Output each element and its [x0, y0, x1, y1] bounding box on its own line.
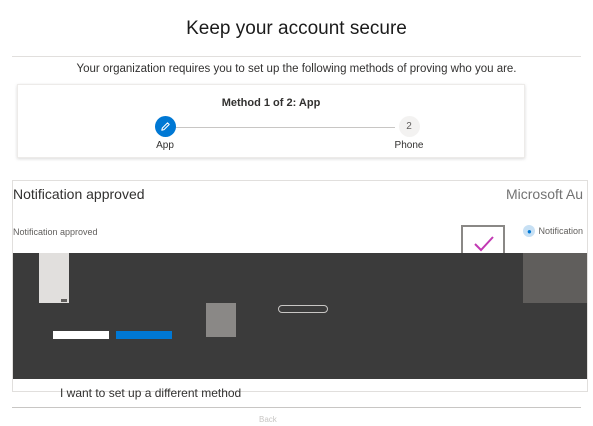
step-2-circle: 2	[398, 116, 420, 137]
authenticator-illustration: Back Next	[13, 253, 587, 424]
bell-icon: ●	[523, 225, 536, 237]
brand-text: Microsoft Au	[505, 186, 583, 202]
page-title: Keep your account secure	[186, 18, 407, 39]
approve-text: Notification approved	[13, 227, 98, 237]
checkmark-icon	[474, 236, 494, 252]
step-2-label: Phone	[394, 140, 424, 151]
slider-mark	[278, 305, 328, 313]
intro-text: Your organization requires you to set up…	[76, 63, 517, 75]
header-divider	[12, 56, 581, 57]
notification-label: Notification	[538, 226, 583, 236]
different-method-link[interactable]: I want to set up a different method	[60, 386, 241, 400]
phone-frame	[39, 253, 69, 303]
next-button[interactable]: Next	[319, 411, 352, 426]
step-connector	[175, 127, 395, 128]
pencil-icon	[160, 122, 170, 131]
step-phone: 2 Phone	[379, 116, 439, 151]
method-title: Method 1 of 2: App	[221, 97, 321, 109]
blue-bar	[116, 331, 172, 339]
step-1-circle	[154, 116, 176, 137]
notification-text: ● Notification	[523, 225, 583, 237]
app-panel: Notification approved Microsoft Au Notif…	[12, 180, 588, 424]
bottom-divider	[12, 407, 581, 408]
step-1-label: App	[156, 140, 174, 151]
gray-tile	[206, 303, 236, 337]
stepper-card: Method 1 of 2: App App 2 Phone	[17, 84, 525, 158]
phone-button-mark	[61, 299, 67, 302]
right-tile	[523, 253, 587, 303]
panel-heading: Notification approved	[13, 186, 145, 202]
white-bar	[53, 331, 109, 339]
back-button[interactable]: Back	[259, 415, 277, 424]
step-app: App	[135, 116, 195, 151]
